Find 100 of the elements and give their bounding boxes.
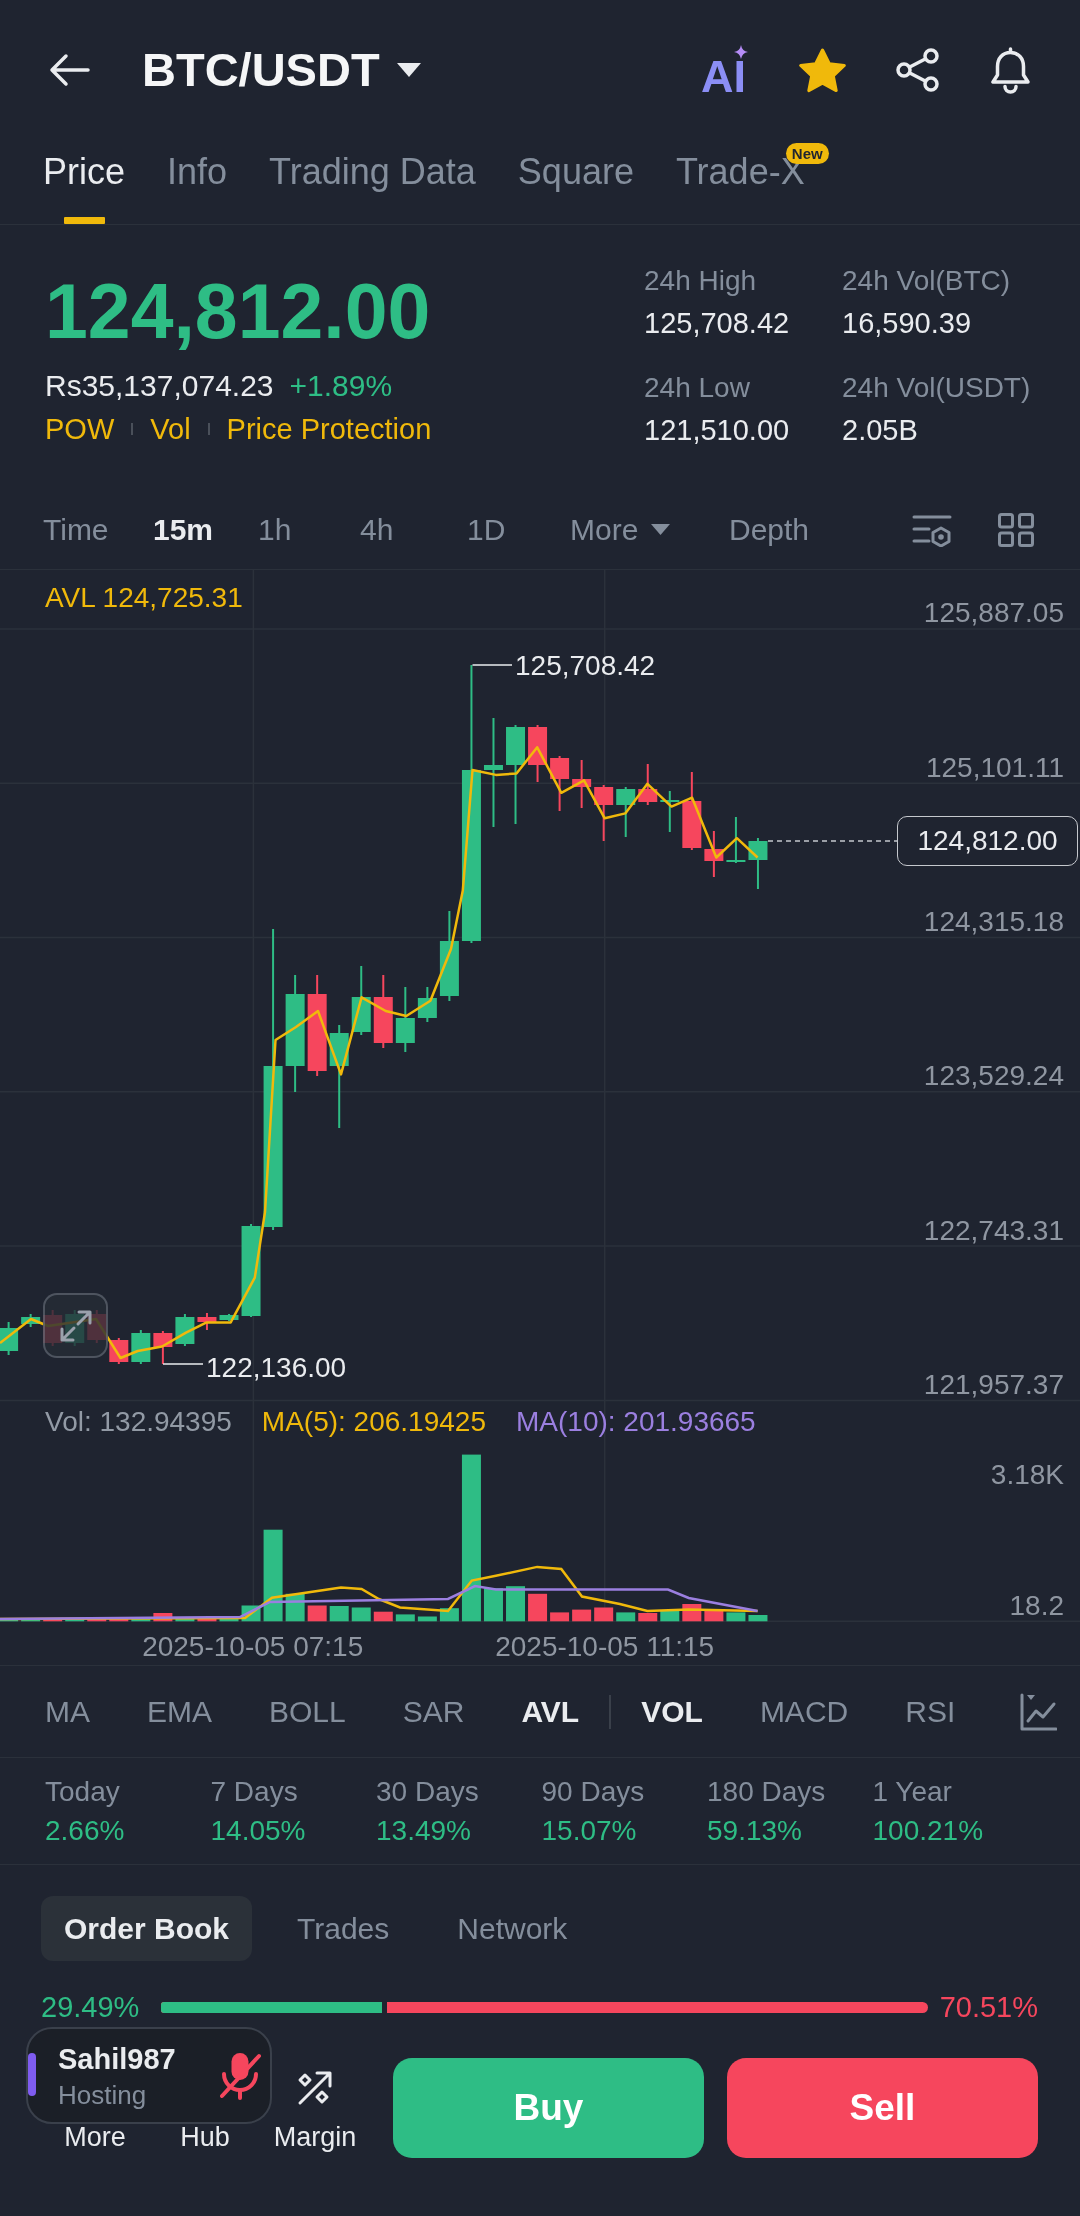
interval-tab[interactable]: Depth [729,490,810,569]
interval-tab[interactable]: 4h [360,490,394,569]
expand-button[interactable] [43,1293,108,1358]
candle [550,755,570,812]
nav-item[interactable]: Margin [273,2066,357,2152]
interval-tab[interactable]: 1D [467,490,506,569]
stat-value: 2.05B [842,413,919,448]
sparkle-icon [734,45,748,59]
book-tab[interactable]: Network [434,1896,591,1961]
pair-selector[interactable]: BTC/USDT [142,42,421,98]
indicator-tab[interactable]: EMA [147,1666,212,1757]
local-price: Rs35,137,074.23 [45,368,274,404]
expand-icon [58,1308,93,1343]
period-label: 180 Days [707,1775,827,1809]
volume-bar [219,1618,239,1622]
indicator-tab[interactable]: SAR [402,1666,465,1757]
period-change: 2.66% [45,1814,126,1848]
candle [704,830,724,878]
volume-bar [395,1614,415,1622]
buy-button[interactable]: Buy [393,2058,704,2158]
tag-link[interactable]: Vol [150,411,191,447]
star-icon[interactable] [798,47,847,93]
period-label: 1 Year [872,1775,953,1809]
volume-bar [351,1607,371,1622]
indicator-tab[interactable]: RSI [905,1666,956,1757]
sell-ratio-label: 70.51% [939,1990,1038,2024]
ai-button[interactable]: AI [701,45,750,95]
volume-bar [197,1617,217,1622]
price-axis-label: 125,101.11 [925,750,1064,785]
price-axis-label: 122,743.31 [923,1213,1064,1248]
buy-ratio-label: 29.49% [41,1990,140,2024]
nav-item[interactable]: Hub [180,2122,230,2152]
volume-bar [726,1612,746,1622]
volume-bar [65,1619,85,1622]
indicator-tab[interactable]: BOLL [269,1666,346,1757]
moving-average-reading: MA(5): 206.19425 [261,1405,486,1439]
indicator-tab[interactable]: AVL [521,1666,580,1757]
time-axis-label: 2025-10-05 11:15 [495,1630,715,1664]
indicator-tab[interactable]: MACD [759,1666,849,1757]
candle [594,784,614,842]
period-label: Today [45,1775,121,1809]
book-tab[interactable]: Order Book [41,1896,253,1961]
price-axis-label: 125,887.05 [923,596,1064,631]
time-axis-label: 2025-10-05 07:15 [142,1630,364,1664]
candle [0,1321,19,1356]
period-label: 90 Days [541,1775,646,1809]
period-label: 30 Days [376,1775,480,1809]
period-label: 7 Days [210,1775,299,1809]
indicator-tab[interactable]: VOL [641,1666,703,1757]
tag-link[interactable]: Price Protection [226,411,432,447]
grid-icon[interactable] [998,512,1034,547]
volume-reading: Vol: 132.94395 [45,1405,232,1439]
tag-link[interactable]: POW [45,411,115,447]
indicator-tab[interactable]: MA [45,1666,90,1757]
host-name: Sahil987 [58,2041,176,2076]
volume-bar [0,1619,19,1622]
price-axis-label: 124,315.18 [923,905,1064,939]
tab[interactable]: Price [43,140,126,224]
candle [153,1330,173,1365]
candle [219,1313,239,1322]
tab[interactable]: Trading Data [269,140,476,224]
volume-bar [131,1618,151,1622]
volume-axis-label: 18.2 [1009,1588,1064,1623]
volume-bar [307,1605,327,1622]
volume-bar [572,1609,592,1622]
host-status: Hosting [58,2079,148,2110]
share-icon[interactable] [895,48,940,92]
price-axis-label: 123,529.24 [923,1059,1064,1094]
moving-average-reading: MA(10): 201.93665 [516,1405,756,1439]
period-change: 100.21% [872,1814,985,1848]
period-change: 14.05% [210,1814,307,1848]
line-chart-icon[interactable] [1019,1691,1057,1732]
back-arrow-icon[interactable] [48,53,90,87]
sell-button[interactable]: Sell [727,2058,1038,2158]
interval-tab[interactable]: 1h [258,490,292,569]
candle [616,786,636,838]
bell-icon[interactable] [988,46,1033,94]
stat-label: 24h High [644,264,758,298]
book-tab[interactable]: Trades [274,1896,413,1961]
muted-mic-icon[interactable] [217,2050,264,2101]
tab[interactable]: Square [517,140,634,224]
stat-label: 24h Vol(USDT) [842,371,1031,405]
volume-bar [87,1618,107,1622]
volume-bar [638,1613,658,1622]
candle [726,816,746,864]
interval-tab[interactable]: More [570,490,671,569]
volume-bar [329,1606,349,1622]
indicator-reading: AVL 124,725.31 [45,581,243,615]
stat-value: 121,510.00 [644,413,791,448]
candle [660,790,680,833]
interval-tab[interactable]: Time [43,490,109,569]
tab[interactable]: Info [167,140,228,224]
live-host-card[interactable]: Sahil987 Hosting [26,2027,272,2124]
candle [21,1313,41,1328]
candle [528,724,548,783]
nav-item[interactable]: More [64,2122,126,2152]
candle [131,1329,151,1365]
interval-tab[interactable]: 15m [153,490,214,569]
volume-bar [373,1611,393,1622]
stat-value: 16,590.39 [842,306,972,341]
